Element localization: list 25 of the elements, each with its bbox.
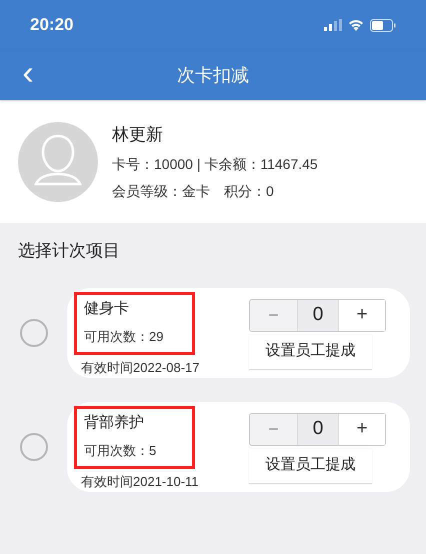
status-time: 20:20 <box>30 14 74 36</box>
valid-date: 有效时间2022-08-17 <box>80 358 200 376</box>
back-button[interactable]: ‹ <box>16 56 40 94</box>
valid-date: 有效时间2021-10-11 <box>80 472 200 490</box>
card-info: 卡号：10000 | 卡余额：11467.45 <box>112 154 318 174</box>
quantity-value: 0 <box>298 300 338 330</box>
avatar-icon <box>18 122 98 202</box>
increment-button[interactable]: + <box>338 300 385 330</box>
radio-button[interactable] <box>20 318 48 346</box>
wifi-icon <box>348 19 364 31</box>
quantity-value: 0 <box>298 414 338 444</box>
increment-button[interactable]: + <box>338 414 385 444</box>
member-name: 林更新 <box>112 124 164 146</box>
radio-button[interactable] <box>20 432 48 460</box>
remaining-count: 可用次数：29 <box>84 328 164 344</box>
item-name: 背部养护 <box>84 412 145 432</box>
signal-icon <box>324 19 342 31</box>
commission-button[interactable]: 设置员工提成 <box>249 448 372 484</box>
item-name: 健身卡 <box>84 298 130 318</box>
member-level: 会员等级：金卡 积分：0 <box>112 182 275 201</box>
page-title: 次卡扣减 <box>177 64 249 86</box>
commission-button[interactable]: 设置员工提成 <box>249 334 372 370</box>
section-title: 选择计次项目 <box>18 240 121 262</box>
battery-icon <box>370 18 396 32</box>
remaining-count: 可用次数：5 <box>84 442 158 458</box>
